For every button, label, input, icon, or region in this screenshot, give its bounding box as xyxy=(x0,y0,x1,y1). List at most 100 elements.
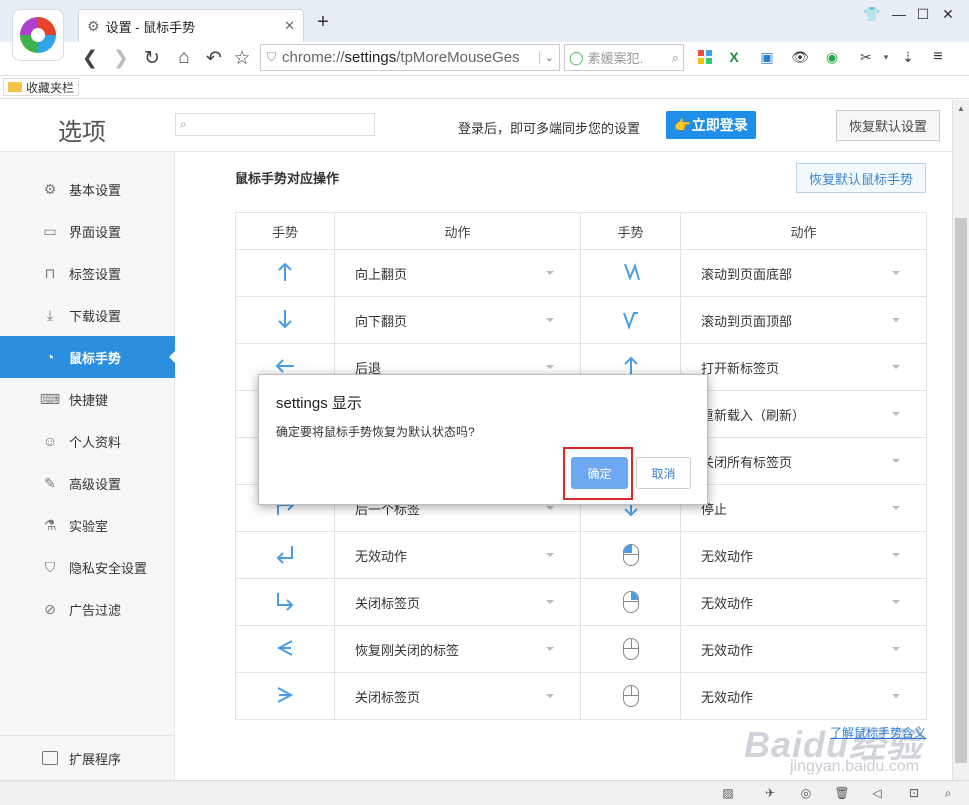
sidebar-item-basic[interactable]: ⚙ 基本设置 xyxy=(0,168,175,210)
action-select[interactable]: 滚动到页面顶部 xyxy=(680,296,927,344)
browser-tab[interactable]: ⚙ 设置 - 鼠标手势 ✕ xyxy=(78,9,304,42)
action-select[interactable]: 无效动作 xyxy=(680,578,927,626)
settings-search-input[interactable]: ⌕ xyxy=(175,113,375,136)
action-select[interactable]: 关闭所有标签页 xyxy=(680,437,927,485)
table-row: 关闭标签页 无效动作 xyxy=(235,672,927,720)
trash-icon[interactable]: 🗑 xyxy=(834,785,850,801)
sidebar-item-download[interactable]: ⤓ 下载设置 xyxy=(0,294,175,336)
forward-icon[interactable]: ❯ xyxy=(108,45,134,71)
close-tab-icon[interactable]: ✕ xyxy=(284,18,295,34)
scrollbar-thumb[interactable] xyxy=(955,218,967,763)
dialog-message: 确定要将鼠标手势恢复为默认状态吗? xyxy=(276,425,475,439)
caret-down-icon xyxy=(892,365,900,373)
eye-icon[interactable]: 👁 xyxy=(790,47,810,67)
sidebar-item-mouse-gesture[interactable]: ◔ 鼠标手势 xyxy=(0,336,176,378)
action-select[interactable]: 关闭标签页 xyxy=(334,578,581,626)
caret-down-icon xyxy=(892,694,900,702)
sidebar-item-lab[interactable]: ⚗ 实验室 xyxy=(0,504,175,546)
login-button[interactable]: 👉立即登录 xyxy=(666,111,756,139)
table-row: 无效动作 无效动作 xyxy=(235,531,927,579)
search-text[interactable]: 素媛案犯. xyxy=(588,48,672,67)
action-select[interactable]: 无效动作 xyxy=(334,531,581,579)
ok-button[interactable]: 确定 xyxy=(571,457,628,489)
caret-down-icon xyxy=(892,506,900,514)
undo-icon[interactable]: ↶ xyxy=(201,45,227,71)
table-row: 恢复刚关闭的标签 无效动作 xyxy=(235,625,927,673)
sidebar-item-tabs[interactable]: ⊓ 标签设置 xyxy=(0,252,175,294)
sidebar-item-profile[interactable]: ☺ 个人资料 xyxy=(0,420,175,462)
action-select[interactable]: 关闭标签页 xyxy=(334,672,581,720)
address-bar[interactable]: ⛉ chrome://settings/tpMoreMouseGes ⌄ xyxy=(260,44,560,71)
sidebar-item-interface[interactable]: ▭ 界面设置 xyxy=(0,210,175,252)
mouse-icon: ◔ xyxy=(45,349,55,365)
search-box[interactable]: ◯ 素媛案犯. ⌕ xyxy=(564,44,684,71)
search-icon[interactable]: ⌕ xyxy=(672,50,679,66)
screenshot-icon[interactable]: ▣ xyxy=(757,47,777,67)
sidebar-item-label: 个人资料 xyxy=(69,434,122,450)
caret-down-icon xyxy=(546,365,554,373)
caret-down-icon xyxy=(892,459,900,467)
scrollbar[interactable]: ▲ xyxy=(952,100,969,780)
dialog-title: settings 显示 xyxy=(276,395,362,412)
sidebar-item-privacy[interactable]: ⛉ 隐私安全设置 xyxy=(0,546,175,588)
column-header: 手势 xyxy=(235,212,335,250)
skin-icon[interactable]: 👕 xyxy=(860,6,884,23)
pin-icon[interactable]: ✈ xyxy=(762,785,778,801)
action-select[interactable]: 无效动作 xyxy=(680,531,927,579)
learn-gesture-link[interactable]: 了解鼠标手势含义 xyxy=(830,724,926,741)
sound-icon[interactable]: ◁ xyxy=(869,785,885,801)
back-icon[interactable]: ❮ xyxy=(77,45,103,71)
search-engine-icon[interactable]: ◯ xyxy=(569,50,584,66)
bookmark-folder[interactable]: 收藏夹栏 xyxy=(3,78,80,96)
window-icon: ▭ xyxy=(43,222,57,239)
dropdown-icon[interactable]: ⌄ xyxy=(538,51,559,64)
action-select[interactable]: 停止 xyxy=(680,484,927,532)
sidebar-item-extensions[interactable]: 扩展程序 xyxy=(0,735,175,780)
gesture-down-right-icon xyxy=(235,578,335,626)
reload-icon[interactable]: ↻ xyxy=(139,45,165,71)
sidebar-item-shortcuts[interactable]: ⌨ 快捷键 xyxy=(0,378,175,420)
keyboard-icon: ⌨ xyxy=(39,390,61,407)
column-header: 动作 xyxy=(334,212,581,250)
cancel-button[interactable]: 取消 xyxy=(636,457,691,489)
speed-icon[interactable]: ◎ xyxy=(798,785,814,801)
action-select[interactable]: 打开新标签页 xyxy=(680,343,927,391)
close-window-button[interactable]: ✕ xyxy=(936,6,960,23)
sidebar-item-label: 隐私安全设置 xyxy=(69,560,148,576)
action-select[interactable]: 向上翻页 xyxy=(334,249,581,297)
new-tab-button[interactable]: + xyxy=(313,11,333,34)
scissors-dropdown-icon[interactable]: ▾ xyxy=(876,47,896,67)
gesture-zigzag-down-icon xyxy=(580,249,681,297)
apps-icon[interactable] xyxy=(695,47,715,67)
home-icon[interactable]: ⌂ xyxy=(171,45,197,71)
image-icon[interactable]: ▨ xyxy=(720,785,736,801)
maximize-button[interactable]: ☐ xyxy=(911,6,935,23)
window-mode-icon[interactable]: ⊡ xyxy=(906,785,922,801)
green-eye-icon[interactable]: ◉ xyxy=(822,47,842,67)
scissors-icon[interactable]: ✂ xyxy=(856,47,876,67)
action-select[interactable]: 恢复刚关闭的标签 xyxy=(334,625,581,673)
action-select[interactable]: 重新载入（刷新） xyxy=(680,390,927,438)
action-select[interactable]: 向下翻页 xyxy=(334,296,581,344)
zoom-icon[interactable]: ⌕ xyxy=(940,785,956,801)
restore-default-button[interactable]: 恢复默认设置 xyxy=(836,110,940,141)
scroll-up-icon[interactable]: ▲ xyxy=(957,104,965,113)
sidebar-item-label: 高级设置 xyxy=(69,476,122,492)
action-select[interactable]: 无效动作 xyxy=(680,625,927,673)
status-bar: ▨ ✈ ◎ 🗑 ◁ ⊡ ⌕ xyxy=(0,780,969,805)
restore-gesture-button[interactable]: 恢复默认鼠标手势 xyxy=(796,163,926,193)
gesture-up-icon xyxy=(235,249,335,297)
tab-icon: ⊓ xyxy=(44,264,56,281)
menu-icon[interactable]: ≡ xyxy=(928,47,948,67)
sidebar-item-adblock[interactable]: ⊘ 广告过滤 xyxy=(0,588,175,630)
excel-icon[interactable]: X xyxy=(724,47,744,67)
action-select[interactable]: 滚动到页面底部 xyxy=(680,249,927,297)
action-select[interactable]: 无效动作 xyxy=(680,672,927,720)
shield-icon: ⛉ xyxy=(44,558,56,575)
address-text[interactable]: chrome://settings/tpMoreMouseGes xyxy=(276,49,539,66)
star-icon[interactable]: ☆ xyxy=(229,45,255,71)
minimize-button[interactable]: — xyxy=(887,6,911,22)
download-arrow-icon[interactable]: ⇣ xyxy=(898,47,918,67)
sidebar-item-advanced[interactable]: ✎ 高级设置 xyxy=(0,462,175,504)
caret-down-icon xyxy=(892,318,900,326)
